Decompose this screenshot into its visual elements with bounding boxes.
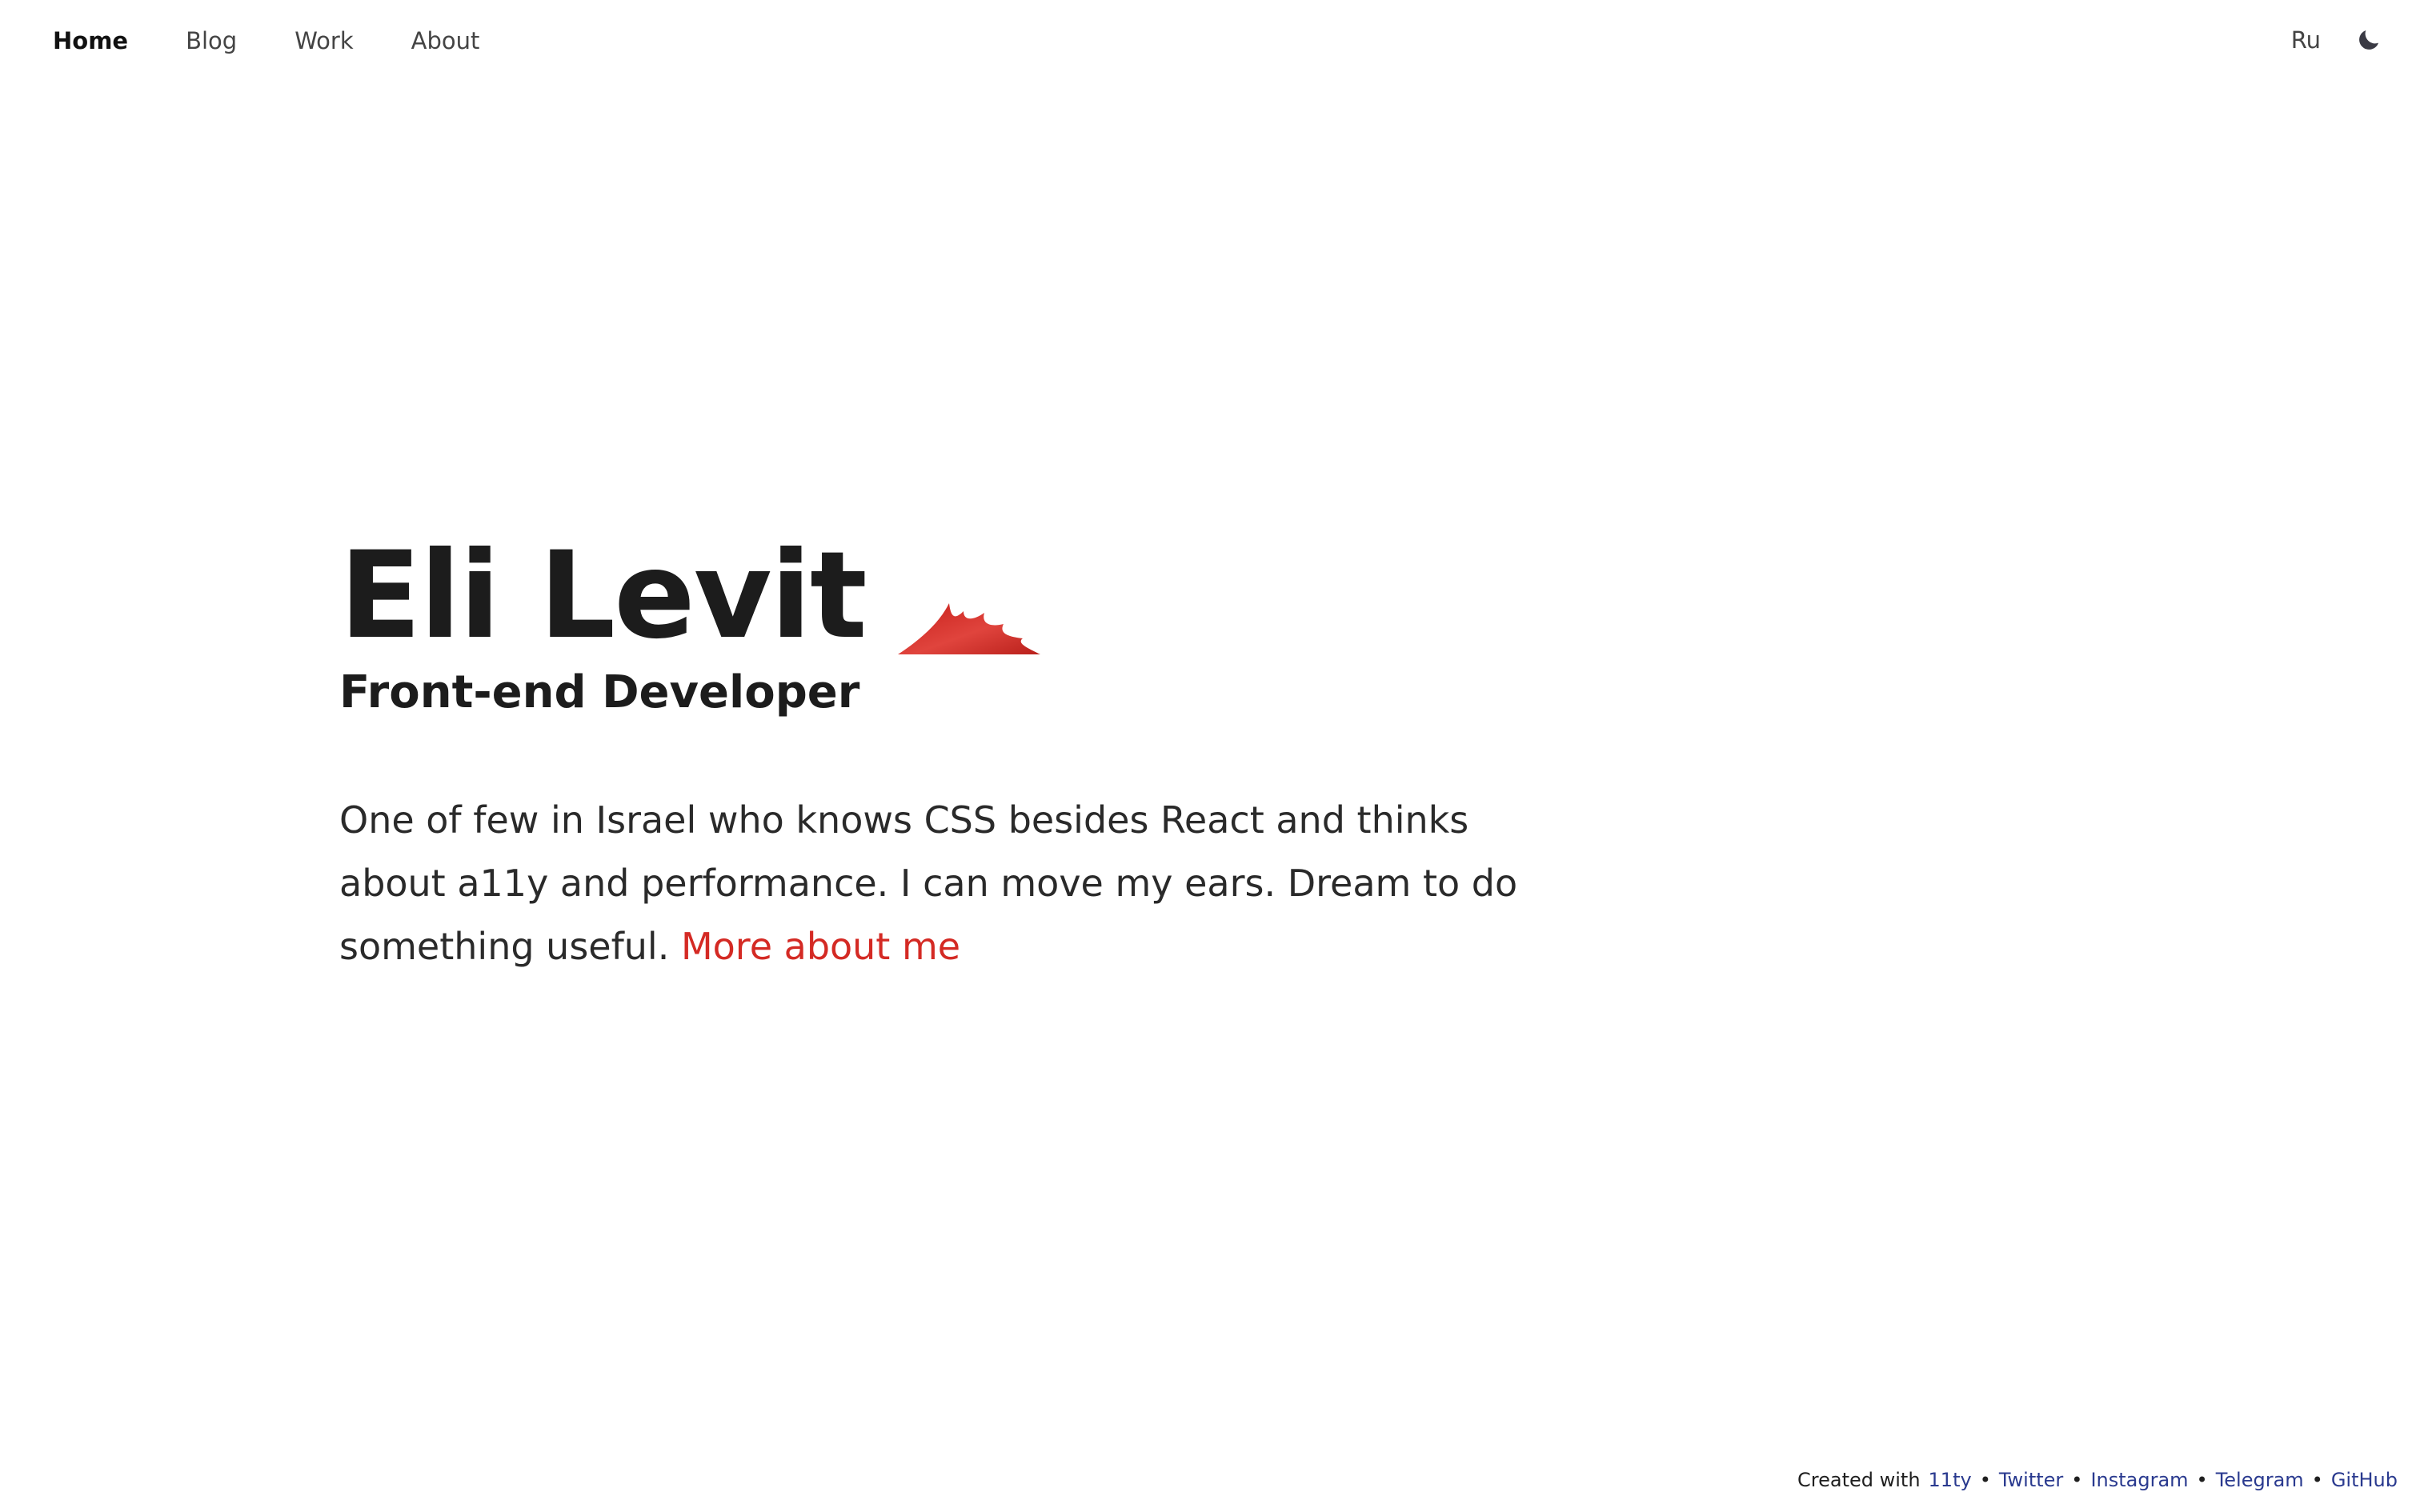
nav-link-about[interactable]: About: [411, 24, 480, 58]
language-switch-link[interactable]: Ru: [2291, 23, 2321, 57]
main-nav: Home Blog Work About: [53, 24, 537, 58]
footer-separator: •: [2311, 1469, 2323, 1491]
hero-bio: One of few in Israel who knows CSS besid…: [339, 789, 1572, 978]
hero-role: Front-end Developer: [339, 666, 860, 718]
footer-separator: •: [2071, 1469, 2083, 1491]
nav-link-work[interactable]: Work: [294, 24, 353, 58]
theme-toggle-button[interactable]: [2351, 22, 2386, 58]
site-footer: Created with 11ty • Twitter • Instagram …: [1797, 1464, 2398, 1496]
nav-link-blog[interactable]: Blog: [186, 24, 237, 58]
nav-link-home[interactable]: Home: [53, 24, 128, 58]
flame-icon: [897, 603, 1040, 654]
footer-link-telegram[interactable]: Telegram: [2216, 1464, 2304, 1496]
footer-link-github[interactable]: GitHub: [2331, 1464, 2398, 1496]
header-tools: Ru: [2291, 22, 2386, 58]
footer-link-11ty[interactable]: 11ty: [1929, 1464, 1972, 1496]
moon-icon: [2359, 30, 2379, 50]
footer-link-twitter[interactable]: Twitter: [1999, 1464, 2063, 1496]
footer-separator: •: [1979, 1469, 1991, 1491]
hero-title-row: Eli Levit: [339, 528, 1588, 664]
more-about-me-link[interactable]: More about me: [681, 925, 960, 968]
footer-separator: •: [2196, 1469, 2208, 1491]
site-header: Home Blog Work About Ru: [0, 0, 2420, 83]
hero-section: Eli Levit Front-end Developer One of few…: [339, 528, 1588, 978]
footer-link-instagram[interactable]: Instagram: [2090, 1464, 2188, 1496]
footer-prefix: Created with: [1797, 1469, 1921, 1491]
hero-name: Eli Levit: [339, 526, 867, 666]
